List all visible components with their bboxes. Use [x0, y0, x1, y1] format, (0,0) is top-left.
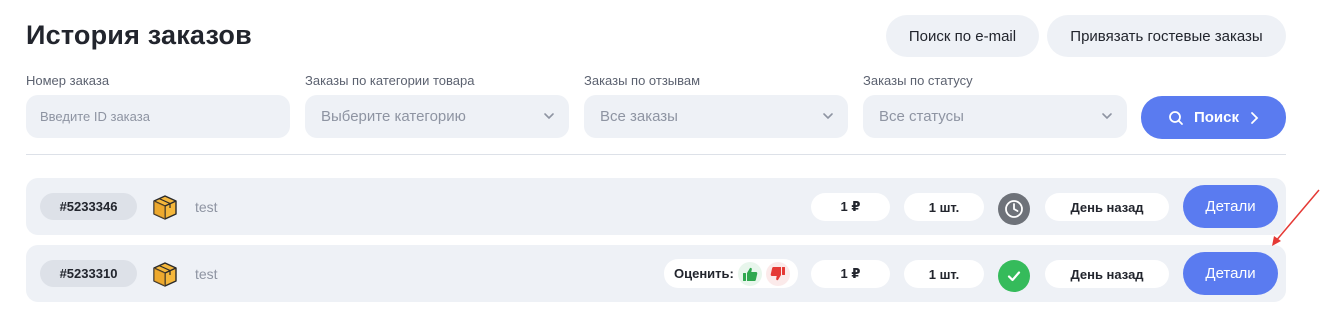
thumbs-up-icon[interactable] — [737, 261, 762, 286]
status-select[interactable]: Все статусы — [863, 95, 1127, 138]
chevron-down-icon — [1102, 113, 1112, 120]
package-icon — [153, 195, 177, 220]
order-number-placeholder: Введите ID заказа — [40, 109, 150, 124]
status-select-value: Все статусы — [879, 108, 964, 125]
order-quantity: 1 шт. — [904, 193, 984, 221]
category-filter-label: Заказы по категории товара — [305, 73, 475, 88]
search-button[interactable]: Поиск — [1141, 96, 1286, 139]
package-icon — [153, 262, 177, 287]
link-guest-orders-button[interactable]: Привязать гостевые заказы — [1047, 15, 1286, 57]
order-date: День назад — [1045, 193, 1169, 221]
order-id-badge[interactable]: #5233346 — [40, 193, 137, 220]
category-select[interactable]: Выберите категорию — [305, 95, 569, 138]
chevron-right-icon — [1251, 111, 1259, 124]
order-name: test — [195, 266, 218, 282]
order-quantity: 1 шт. — [904, 260, 984, 288]
clock-icon — [998, 193, 1030, 225]
search-icon — [1169, 110, 1183, 125]
annotation-arrow-icon — [1272, 189, 1320, 246]
details-button[interactable]: Детали — [1183, 252, 1278, 295]
thumbs-down-icon[interactable] — [765, 261, 790, 286]
order-price: 1 ₽ — [811, 193, 890, 221]
status-filter-label: Заказы по статусу — [863, 73, 973, 88]
details-button[interactable]: Детали — [1183, 185, 1278, 228]
reviews-select-value: Все заказы — [600, 108, 678, 125]
order-row: #5233346 test 1 ₽ 1 шт. День назад Детал… — [26, 178, 1286, 235]
order-name: test — [195, 199, 218, 215]
category-select-value: Выберите категорию — [321, 108, 466, 125]
reviews-filter-label: Заказы по отзывам — [584, 73, 701, 88]
chevron-down-icon — [544, 113, 554, 120]
order-id-badge[interactable]: #5233310 — [40, 260, 137, 287]
divider — [26, 154, 1286, 155]
rate-order: Оценить: — [664, 259, 798, 288]
order-row: #5233310 test Оценить: 1 ₽ 1 шт. День на… — [26, 245, 1286, 302]
search-button-label: Поиск — [1193, 109, 1239, 126]
order-price: 1 ₽ — [811, 260, 890, 288]
reviews-select[interactable]: Все заказы — [584, 95, 848, 138]
chevron-down-icon — [823, 113, 833, 120]
order-number-input[interactable]: Введите ID заказа — [26, 95, 290, 138]
order-date: День назад — [1045, 260, 1169, 288]
order-number-label: Номер заказа — [26, 73, 110, 88]
rate-label: Оценить: — [674, 266, 734, 281]
email-search-button[interactable]: Поиск по e-mail — [886, 15, 1039, 57]
check-icon — [998, 260, 1030, 292]
page-title: История заказов — [26, 20, 252, 50]
